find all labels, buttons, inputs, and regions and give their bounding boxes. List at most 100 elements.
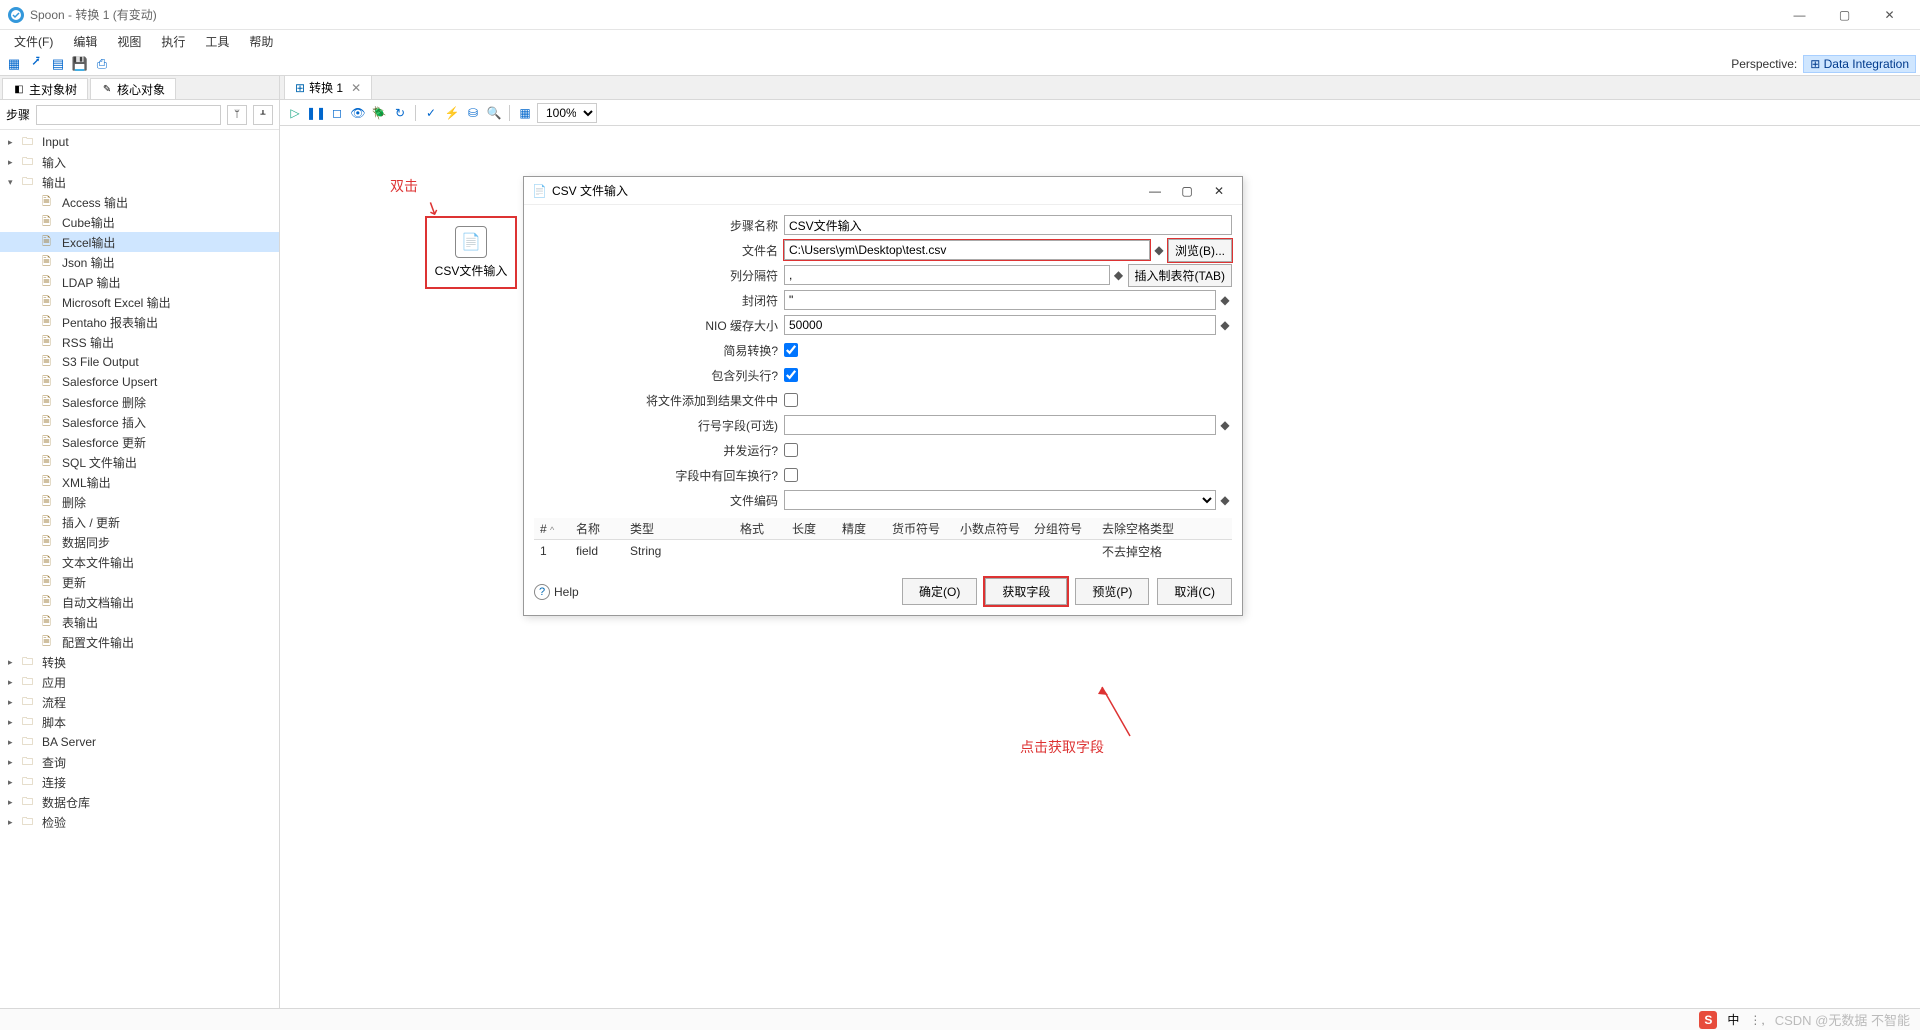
tree-out-item[interactable]: 🗎数据同步 [0, 532, 279, 552]
preview-button[interactable]: 预览(P) [1075, 578, 1149, 605]
close-tab-icon[interactable]: ✕ [351, 81, 361, 95]
rownum-input[interactable] [784, 415, 1216, 435]
lazy-checkbox[interactable] [784, 343, 798, 357]
tree-folder[interactable]: ▸🗀数据仓库 [0, 792, 279, 812]
new-icon[interactable]: ▦ [4, 54, 24, 74]
close-button[interactable]: ✕ [1867, 1, 1912, 29]
var-icon[interactable]: ◆ [1152, 240, 1166, 260]
menu-edit[interactable]: 编辑 [63, 31, 107, 52]
tree-out-item[interactable]: 🗎删除 [0, 492, 279, 512]
open-icon[interactable]: ⭷ [26, 54, 46, 74]
tree-out-item[interactable]: 🗎LDAP 输出 [0, 272, 279, 292]
newline-checkbox[interactable] [784, 468, 798, 482]
tree-out-item[interactable]: 🗎RSS 输出 [0, 332, 279, 352]
tree-out-item[interactable]: 🗎Pentaho 报表输出 [0, 312, 279, 332]
nio-input[interactable] [784, 315, 1216, 335]
tree-input-en[interactable]: ▸🗀Input [0, 132, 279, 152]
enclosure-input[interactable] [784, 290, 1216, 310]
tree-out-item[interactable]: 🗎配置文件输出 [0, 632, 279, 652]
step-tree[interactable]: ▸🗀Input ▸🗀输入 ▾🗀输出 🗎Access 输出🗎Cube输出🗎Exce… [0, 130, 279, 1008]
menu-view[interactable]: 视图 [107, 31, 151, 52]
tree-output[interactable]: ▾🗀输出 [0, 172, 279, 192]
tree-folder[interactable]: ▸🗀转换 [0, 652, 279, 672]
var-icon[interactable]: ◆ [1112, 265, 1126, 285]
collapse-all-icon[interactable]: ᚆ [253, 105, 273, 125]
tree-folder[interactable]: ▸🗀查询 [0, 752, 279, 772]
help-button[interactable]: ?Help [534, 584, 579, 600]
pause-icon[interactable]: ❚❚ [307, 104, 325, 122]
dialog-minimize-icon[interactable]: — [1140, 179, 1170, 203]
perspective-value[interactable]: ⊞ Data Integration [1803, 55, 1916, 73]
explore-icon[interactable]: ▤ [48, 54, 68, 74]
file-name-input[interactable] [784, 240, 1150, 260]
csv-input-step[interactable]: 📄 CSV文件输入 [425, 216, 517, 289]
ime-icon[interactable]: S [1699, 1011, 1717, 1029]
dialog-maximize-icon[interactable]: ▢ [1172, 179, 1202, 203]
var-icon[interactable]: ◆ [1218, 490, 1232, 510]
save-icon[interactable]: 💾 [70, 54, 90, 74]
verify-icon[interactable]: ✓ [422, 104, 440, 122]
header-checkbox[interactable] [784, 368, 798, 382]
tab-core-objects[interactable]: ✎核心对象 [90, 78, 176, 99]
replay-icon[interactable]: ↻ [391, 104, 409, 122]
var-icon[interactable]: ◆ [1218, 290, 1232, 310]
parallel-checkbox[interactable] [784, 443, 798, 457]
tree-out-item[interactable]: 🗎Salesforce 删除 [0, 392, 279, 412]
stop-icon[interactable]: ◻ [328, 104, 346, 122]
tree-out-item[interactable]: 🗎Salesforce 更新 [0, 432, 279, 452]
preview-icon[interactable]: 👁 [349, 104, 367, 122]
tree-out-item[interactable]: 🗎表输出 [0, 612, 279, 632]
insert-tab-button[interactable]: 插入制表符(TAB) [1128, 264, 1232, 287]
tree-out-item[interactable]: 🗎SQL 文件输出 [0, 452, 279, 472]
tree-out-item[interactable]: 🗎XML输出 [0, 472, 279, 492]
explore-db-icon[interactable]: 🔍 [485, 104, 503, 122]
step-name-input[interactable] [784, 215, 1232, 235]
encoding-select[interactable] [784, 490, 1216, 510]
tree-out-item[interactable]: 🗎文本文件输出 [0, 552, 279, 572]
tree-folder[interactable]: ▸🗀应用 [0, 672, 279, 692]
tree-out-item[interactable]: 🗎Excel输出 [0, 232, 279, 252]
debug-icon[interactable]: 🪲 [370, 104, 388, 122]
var-icon[interactable]: ◆ [1218, 415, 1232, 435]
dialog-close-icon[interactable]: ✕ [1204, 179, 1234, 203]
expand-all-icon[interactable]: ᛘ [227, 105, 247, 125]
menu-tools[interactable]: 工具 [195, 31, 239, 52]
tree-out-item[interactable]: 🗎插入 / 更新 [0, 512, 279, 532]
tree-out-item[interactable]: 🗎Salesforce Upsert [0, 372, 279, 392]
play-icon[interactable]: ▷ [286, 104, 304, 122]
tree-out-item[interactable]: 🗎更新 [0, 572, 279, 592]
fields-grid[interactable]: # ^ 名称 类型 格式 长度 精度 货币符号 小数点符号 分组符号 去除空格类… [534, 518, 1232, 562]
tree-folder[interactable]: ▸🗀检验 [0, 812, 279, 832]
tree-out-item[interactable]: 🗎Microsoft Excel 输出 [0, 292, 279, 312]
sql-icon[interactable]: ⛁ [464, 104, 482, 122]
zoom-select[interactable]: 100% [537, 103, 597, 123]
tree-folder[interactable]: ▸🗀流程 [0, 692, 279, 712]
delimiter-input[interactable] [784, 265, 1110, 285]
minimize-button[interactable]: — [1777, 1, 1822, 29]
impact-icon[interactable]: ⚡ [443, 104, 461, 122]
grid-row[interactable]: 1 field String 不去掉空格 [534, 540, 1232, 562]
browse-button[interactable]: 浏览(B)... [1168, 239, 1232, 262]
tree-out-item[interactable]: 🗎Access 输出 [0, 192, 279, 212]
var-icon[interactable]: ◆ [1218, 315, 1232, 335]
menu-run[interactable]: 执行 [151, 31, 195, 52]
menu-help[interactable]: 帮助 [239, 31, 283, 52]
tab-main-tree[interactable]: ◧主对象树 [2, 78, 88, 99]
tree-out-item[interactable]: 🗎S3 File Output [0, 352, 279, 372]
canvas-area[interactable]: 双击 ↘ 📄 CSV文件输入 📄 CSV 文件输入 — ▢ ✕ [280, 126, 1920, 1008]
tree-out-item[interactable]: 🗎Salesforce 插入 [0, 412, 279, 432]
maximize-button[interactable]: ▢ [1822, 1, 1867, 29]
tree-out-item[interactable]: 🗎Cube输出 [0, 212, 279, 232]
tree-out-item[interactable]: 🗎Json 输出 [0, 252, 279, 272]
tree-input[interactable]: ▸🗀输入 [0, 152, 279, 172]
canvas-tab[interactable]: ⊞转换 1✕ [284, 75, 372, 99]
steps-filter-input[interactable] [36, 105, 221, 125]
tree-folder[interactable]: ▸🗀连接 [0, 772, 279, 792]
show-results-icon[interactable]: ▦ [516, 104, 534, 122]
saveas-icon[interactable]: ⎙ [92, 54, 112, 74]
tree-folder[interactable]: ▸🗀BA Server [0, 732, 279, 752]
tree-out-item[interactable]: 🗎自动文档输出 [0, 592, 279, 612]
ok-button[interactable]: 确定(O) [902, 578, 977, 605]
addfile-checkbox[interactable] [784, 393, 798, 407]
cancel-button[interactable]: 取消(C) [1157, 578, 1232, 605]
